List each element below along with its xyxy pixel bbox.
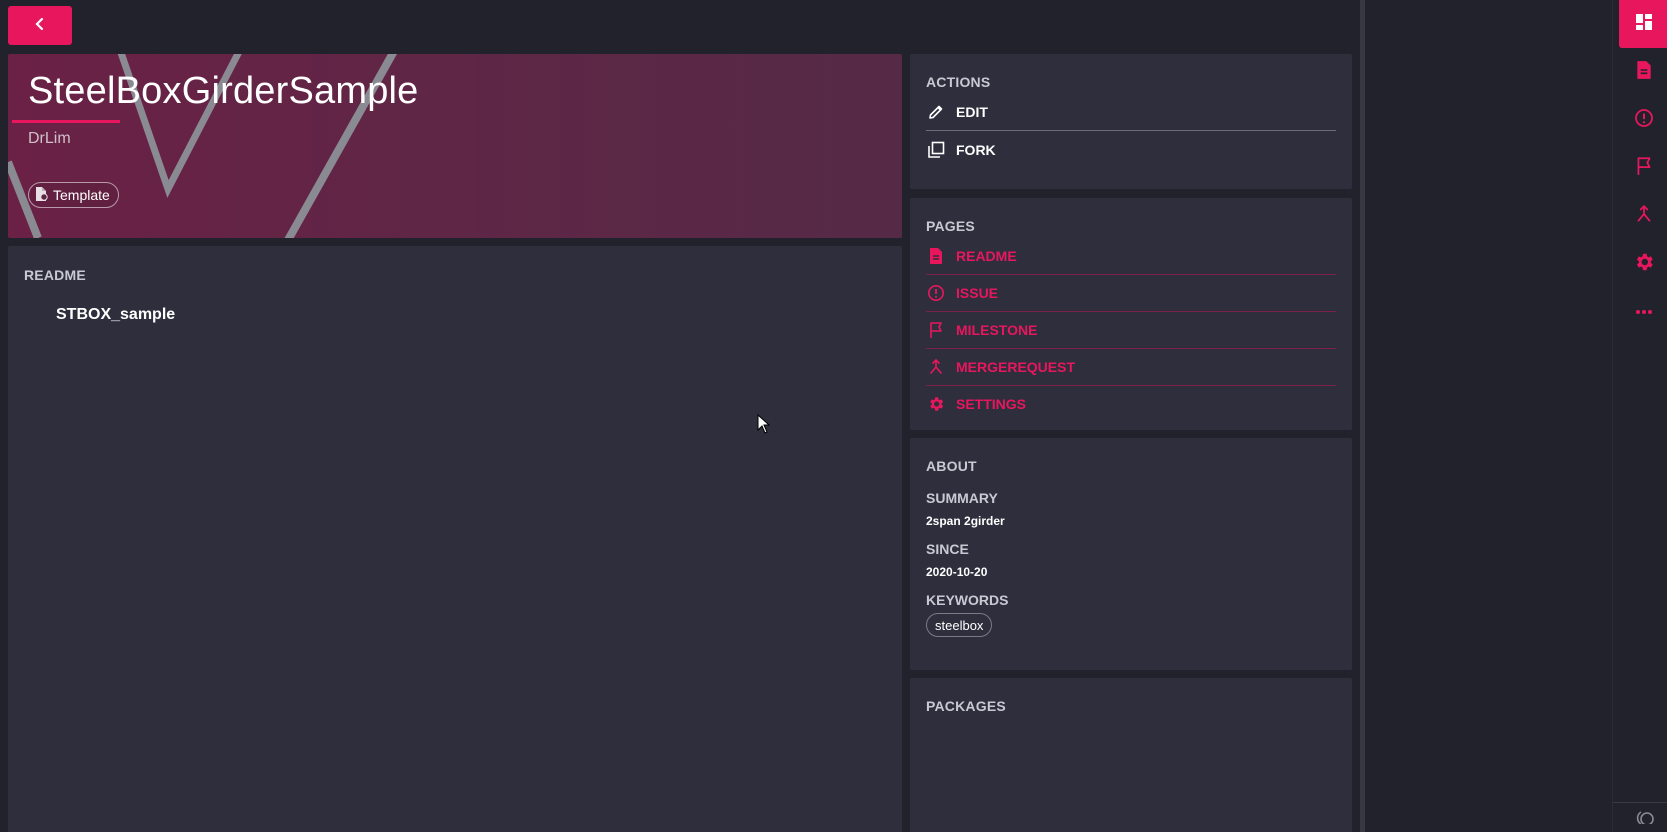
- page-link-milestone[interactable]: MILESTONE: [926, 311, 1336, 348]
- keywords-label: KEYWORDS: [926, 592, 1009, 608]
- right-rail: [1612, 0, 1667, 832]
- page-link-label: README: [956, 247, 1017, 264]
- gear-icon: [1633, 251, 1655, 278]
- project-owner[interactable]: DrLim: [28, 130, 71, 148]
- rail-collapse-button[interactable]: [1619, 806, 1667, 832]
- rail-settings-button[interactable]: [1619, 240, 1667, 288]
- gear-icon: [926, 394, 946, 414]
- pencil-icon: [926, 102, 946, 122]
- page-link-label: MERGEREQUEST: [956, 358, 1076, 375]
- pages-card: PAGES README ISSUE MILESTONE MERGEREQUES…: [910, 198, 1352, 430]
- page-link-readme[interactable]: README: [926, 237, 1336, 274]
- dashboard-icon: [1634, 12, 1654, 37]
- keyword-chip[interactable]: steelbox: [926, 613, 993, 637]
- edit-button[interactable]: EDIT: [926, 93, 1336, 130]
- fork-button[interactable]: FORK: [926, 131, 1336, 168]
- actions-heading: ACTIONS: [926, 74, 991, 90]
- readme-card: README STBOX_sample: [8, 246, 902, 832]
- pages-heading: PAGES: [926, 218, 975, 234]
- actions-card: ACTIONS EDIT FORK: [910, 54, 1352, 189]
- page-link-label: MILESTONE: [956, 321, 1038, 338]
- more-icon: [1634, 303, 1654, 321]
- alert-circle-icon: [926, 283, 946, 303]
- flag-icon: [926, 320, 946, 340]
- rail-merge-button[interactable]: [1619, 192, 1667, 240]
- title-underline: [12, 120, 120, 123]
- document-icon: [926, 246, 946, 266]
- readme-heading: README: [24, 267, 86, 283]
- flag-icon: [1635, 156, 1653, 181]
- rail-milestone-button[interactable]: [1619, 144, 1667, 192]
- merge-icon: [1635, 204, 1653, 229]
- alert-circle-icon: [1634, 108, 1654, 133]
- about-card: ABOUT SUMMARY 2span 2girder SINCE 2020-1…: [910, 438, 1352, 670]
- rail-readme-button[interactable]: [1619, 48, 1667, 96]
- packages-heading: PACKAGES: [926, 698, 1006, 714]
- page-link-issue[interactable]: ISSUE: [926, 274, 1336, 311]
- about-heading: ABOUT: [926, 458, 977, 474]
- rail-divider: [1613, 802, 1667, 803]
- fork-label: FORK: [956, 141, 996, 158]
- readme-content: STBOX_sample: [56, 306, 176, 323]
- packages-card: PACKAGES: [910, 678, 1352, 832]
- back-button[interactable]: [8, 6, 72, 45]
- page-link-label: ISSUE: [956, 284, 999, 301]
- project-hero: SteelBoxGirderSample DrLim Template: [8, 54, 902, 238]
- chevron-left-icon: [33, 17, 47, 34]
- edit-label: EDIT: [956, 103, 988, 120]
- rail-dashboard-button[interactable]: [1619, 0, 1667, 48]
- merge-icon: [926, 357, 946, 377]
- since-label: SINCE: [926, 541, 969, 557]
- page-title: SteelBoxGirderSample: [28, 70, 419, 112]
- rail-issue-button[interactable]: [1619, 96, 1667, 144]
- since-value: 2020-10-20: [926, 565, 988, 579]
- page-link-mergerequest[interactable]: MERGEREQUEST: [926, 348, 1336, 385]
- page-link-label: SETTINGS: [956, 395, 1027, 412]
- summary-value: 2span 2girder: [926, 514, 1005, 528]
- template-document-icon: [33, 186, 49, 205]
- copy-icon: [926, 140, 946, 160]
- collapse-icon: [1633, 810, 1655, 829]
- template-badge: Template: [28, 182, 119, 208]
- scroll-divider: [1360, 0, 1365, 832]
- rail-more-button[interactable]: [1619, 288, 1667, 336]
- template-label: Template: [53, 187, 110, 203]
- mouse-cursor-icon: [757, 413, 771, 439]
- page-link-settings[interactable]: SETTINGS: [926, 385, 1336, 422]
- document-icon: [1635, 60, 1653, 85]
- summary-label: SUMMARY: [926, 490, 998, 506]
